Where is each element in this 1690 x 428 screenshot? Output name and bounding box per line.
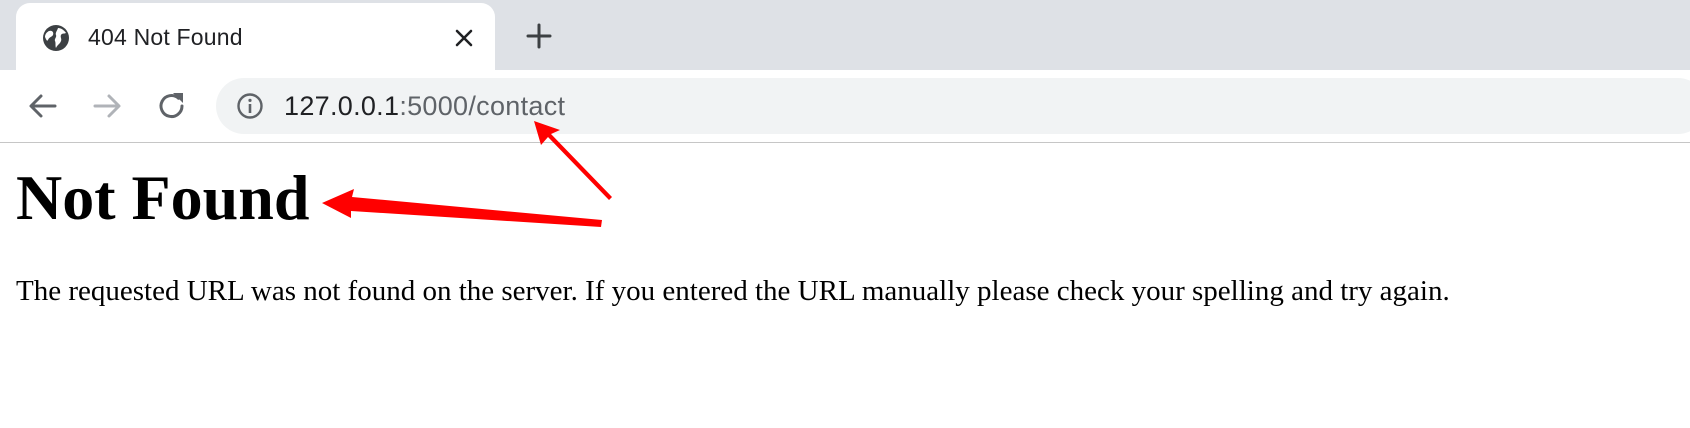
page-heading: Not Found [16,162,310,233]
address-bar[interactable]: 127.0.0.1:5000/contact [216,78,1690,134]
error-message: The requested URL was not found on the s… [16,275,1450,307]
tab-title: 404 Not Found [88,24,243,50]
page-content: Not Found The requested URL was not foun… [0,144,1690,428]
forward-arrow-icon[interactable] [90,89,124,123]
tab-strip: 404 Not Found [0,0,1690,70]
tab-404-not-found[interactable]: 404 Not Found [16,3,495,70]
info-icon[interactable] [236,92,264,120]
close-icon[interactable] [452,26,476,50]
plus-icon[interactable] [525,22,553,50]
url-path: :5000/contact [399,91,566,121]
url-text[interactable]: 127.0.0.1:5000/contact [284,91,565,122]
browser-toolbar: 127.0.0.1:5000/contact [0,70,1690,143]
url-host: 127.0.0.1 [284,91,400,121]
reload-icon[interactable] [155,89,189,123]
back-arrow-icon[interactable] [26,89,60,123]
globe-icon [43,25,69,51]
